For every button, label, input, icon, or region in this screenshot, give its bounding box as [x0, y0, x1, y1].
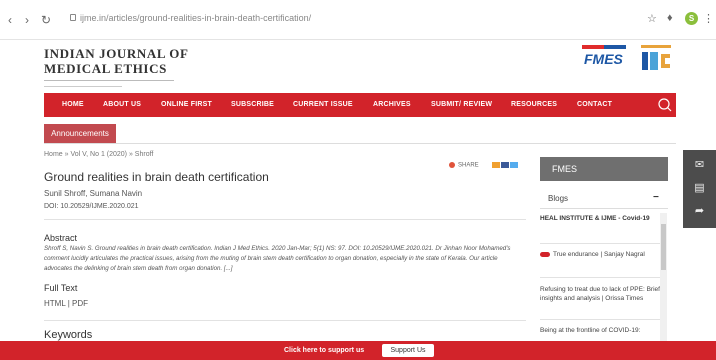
article-title: Ground realities in brain death certific… — [44, 170, 269, 184]
extension-icon[interactable]: ♦ — [667, 12, 673, 24]
blog-divider — [540, 319, 660, 320]
fulltext-heading: Full Text — [44, 283, 78, 293]
nav-archives[interactable]: ARCHIVES — [373, 101, 411, 108]
divider — [44, 219, 526, 220]
new-badge — [540, 251, 550, 257]
announcements-tab[interactable]: Announcements — [44, 124, 116, 143]
nav-submit-review[interactable]: SUBMIT/ REVIEW — [431, 101, 492, 108]
ndc-logo-bar — [641, 45, 671, 48]
mail-icon[interactable]: ✉ — [683, 158, 716, 171]
breadcrumb: Home » Vol V, No 1 (2020) » Shroff — [44, 151, 154, 158]
section-divider — [44, 143, 676, 144]
share-icon[interactable]: ➦ — [683, 204, 716, 217]
main-nav: HOME ABOUT US ONLINE FIRST SUBSCRIBE CUR… — [44, 93, 676, 117]
blog-item[interactable]: HEAL INSTITUTE & IJME - Covid-19 — [540, 214, 660, 223]
fmes-panel-label: FMES — [552, 164, 578, 174]
nav-about-us[interactable]: ABOUT US — [103, 101, 141, 108]
browser-menu-icon[interactable]: ⋮ — [703, 12, 714, 25]
nav-online-first[interactable]: ONLINE FIRST — [161, 101, 212, 108]
blog-item[interactable]: True endurance | Sanjay Nagral — [540, 250, 660, 259]
blog-item-text: HEAL INSTITUTE & IJME - Covid-19 — [540, 215, 650, 222]
back-icon[interactable]: ‹ — [8, 14, 12, 26]
article-authors: Sunil Shroff, Sumana Navin — [44, 189, 143, 198]
journal-logo-line1[interactable]: INDIAN JOURNAL OF — [44, 46, 189, 62]
blogs-label: Blogs — [548, 194, 569, 203]
nav-contact[interactable]: CONTACT — [577, 101, 612, 108]
abstract-heading: Abstract — [44, 233, 78, 243]
support-bar: Click here to support us Support Us — [0, 341, 716, 360]
share-label: SHARE — [458, 162, 479, 169]
forward-icon[interactable]: › — [25, 14, 29, 26]
blog-item-text: Being at the frontline of COVID-19: — [540, 327, 641, 334]
search-icon[interactable] — [654, 93, 676, 117]
logo-divider — [44, 80, 174, 81]
nav-subscribe[interactable]: SUBSCRIBE — [231, 101, 274, 108]
fmes-logo-bar — [582, 45, 626, 49]
blog-item[interactable]: Refusing to treat due to lack of PPE: Br… — [540, 285, 660, 303]
blog-scrollbar-thumb[interactable] — [661, 224, 666, 270]
profile-avatar[interactable]: S — [685, 12, 698, 25]
divider — [44, 320, 526, 321]
fmes-panel-header[interactable]: FMES — [540, 157, 668, 181]
browser-toolbar: ‹ › ↻ ijme.in/articles/ground-realities-… — [0, 0, 716, 40]
blog-divider — [540, 277, 660, 278]
blogs-panel-header[interactable]: Blogs − — [540, 189, 668, 209]
blog-divider — [540, 243, 660, 244]
address-bar[interactable]: ijme.in/articles/ground-realities-in-bra… — [80, 13, 311, 23]
nav-current-issue[interactable]: CURRENT ISSUE — [293, 101, 353, 108]
lock-icon — [70, 14, 76, 21]
abstract-text: Shroff S, Navin S. Ground realities in b… — [44, 245, 511, 272]
social-icons[interactable] — [492, 162, 519, 168]
nav-resources[interactable]: RESOURCES — [511, 101, 557, 108]
collapse-icon[interactable]: − — [653, 192, 659, 203]
ndc-logo[interactable] — [641, 50, 671, 72]
fulltext-links[interactable]: HTML | PDF — [44, 299, 88, 308]
blog-list: HEAL INSTITUTE & IJME - Covid-19 True en… — [540, 211, 660, 351]
keywords-heading: Keywords — [44, 329, 93, 341]
logo-divider-secondary — [44, 86, 122, 87]
fmes-logo[interactable]: FMES — [584, 51, 623, 67]
bookmark-star-icon[interactable]: ☆ — [647, 12, 657, 25]
newsletter-icon[interactable]: ▤ — [683, 181, 716, 194]
share-icon — [449, 162, 455, 168]
floating-toolbar: ✉ ▤ ➦ — [683, 150, 716, 228]
blog-item-text: True endurance | Sanjay Nagral — [553, 251, 645, 258]
journal-logo-line2[interactable]: MEDICAL ETHICS — [44, 61, 167, 77]
blog-item-text: Refusing to treat due to lack of PPE: Br… — [540, 286, 660, 302]
share-widget[interactable]: SHARE — [449, 162, 519, 169]
article-doi: DOI: 10.20529/IJME.2020.021 — [44, 203, 139, 210]
support-link[interactable]: Click here to support us — [284, 347, 364, 354]
support-button[interactable]: Support Us — [382, 344, 434, 357]
nav-home[interactable]: HOME — [62, 101, 84, 108]
blog-item[interactable]: Being at the frontline of COVID-19: — [540, 326, 660, 335]
reload-icon[interactable]: ↻ — [41, 14, 51, 26]
